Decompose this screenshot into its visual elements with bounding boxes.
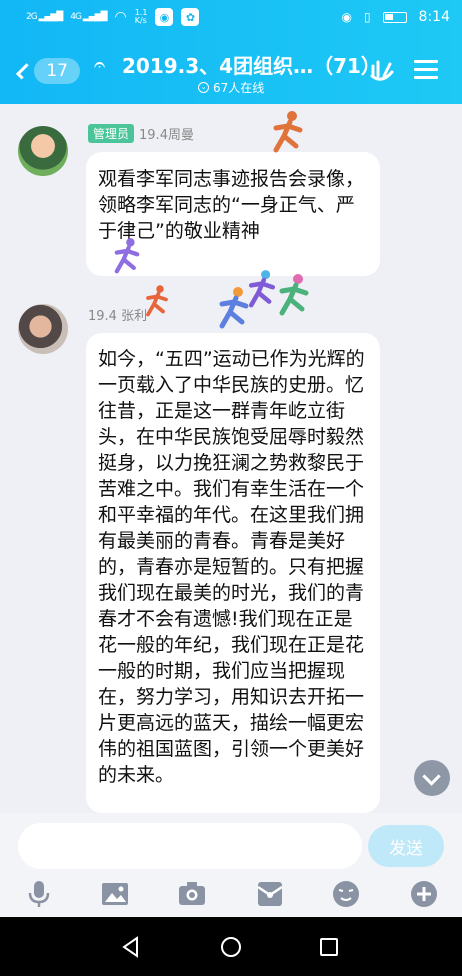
earpiece-mode-icon[interactable]: 𝄐 bbox=[94, 52, 105, 76]
home-circle-icon[interactable] bbox=[220, 936, 242, 958]
unread-count-badge: 17 bbox=[34, 58, 80, 84]
online-count[interactable]: ⌄ 67人在线 bbox=[198, 79, 264, 96]
wifi-icon: ◠ bbox=[114, 9, 127, 25]
sender-name: 19.4周曼 bbox=[139, 128, 194, 143]
battery-icon bbox=[382, 11, 407, 23]
message-sender: 19.4 张利 bbox=[88, 305, 147, 324]
camera-icon[interactable] bbox=[177, 879, 207, 909]
message-sender: 管理员 19.4周曼 bbox=[88, 124, 194, 143]
signal-strength-icon: 4G ▂▄▆█ bbox=[70, 12, 107, 22]
recents-square-icon[interactable] bbox=[318, 936, 340, 958]
runner-decoration-icon bbox=[273, 111, 303, 153]
admin-badge: 管理员 bbox=[88, 124, 135, 143]
message-input[interactable] bbox=[18, 823, 362, 869]
runner-decoration-icon bbox=[146, 285, 168, 317]
status-bar: 2G ▂▄▆█ 4G ▂▄▆█ ◠ 1.1 K/s ◉ ✿ ◉ ▯ 8:14 bbox=[0, 0, 462, 36]
send-button[interactable]: 发送 bbox=[368, 825, 444, 867]
plus-icon[interactable] bbox=[409, 879, 439, 909]
runner-decoration-icon bbox=[279, 274, 309, 316]
microphone-icon[interactable] bbox=[24, 879, 54, 909]
red-packet-icon[interactable] bbox=[255, 879, 285, 909]
online-status-icon: ⌄ bbox=[198, 82, 209, 93]
avatar[interactable] bbox=[18, 126, 68, 176]
menu-icon[interactable] bbox=[414, 60, 438, 80]
image-icon[interactable] bbox=[100, 879, 130, 909]
system-navigation-bar bbox=[0, 917, 462, 976]
group-app-icon[interactable] bbox=[368, 56, 396, 84]
vibrate-icon: ▯ bbox=[363, 10, 371, 24]
group-title[interactable]: 2019.3、4团组织…（71） bbox=[122, 50, 381, 79]
input-bar: 发送 bbox=[0, 813, 462, 917]
avatar[interactable] bbox=[18, 304, 68, 354]
clock: 8:14 bbox=[418, 9, 450, 25]
chevron-left-icon bbox=[15, 62, 33, 80]
message-bubble[interactable]: 如今，“五四”运动已作为光辉的一页载入了中华民族的史册。忆往昔，正是这一群青年屹… bbox=[86, 333, 380, 813]
title-bar: 2G ▂▄▆█ 4G ▂▄▆█ ◠ 1.1 K/s ◉ ✿ ◉ ▯ 8:14 1… bbox=[0, 0, 462, 104]
sender-name: 19.4 张利 bbox=[88, 309, 148, 324]
app-notification-icon: ✿ bbox=[181, 8, 200, 26]
back-triangle-icon[interactable] bbox=[120, 936, 142, 958]
input-toolbar bbox=[0, 875, 462, 915]
network-speed: 1.1 K/s bbox=[134, 8, 148, 25]
back-button[interactable]: 17 bbox=[15, 55, 80, 87]
eye-protection-icon: ◉ bbox=[341, 10, 352, 24]
signal-strength-icon: 2G ▂▄▆█ bbox=[26, 12, 63, 22]
runner-decoration-icon bbox=[114, 238, 140, 274]
app-notification-icon: ◉ bbox=[155, 8, 174, 26]
scroll-to-bottom-button[interactable] bbox=[414, 760, 450, 796]
emoji-icon[interactable] bbox=[331, 879, 361, 909]
